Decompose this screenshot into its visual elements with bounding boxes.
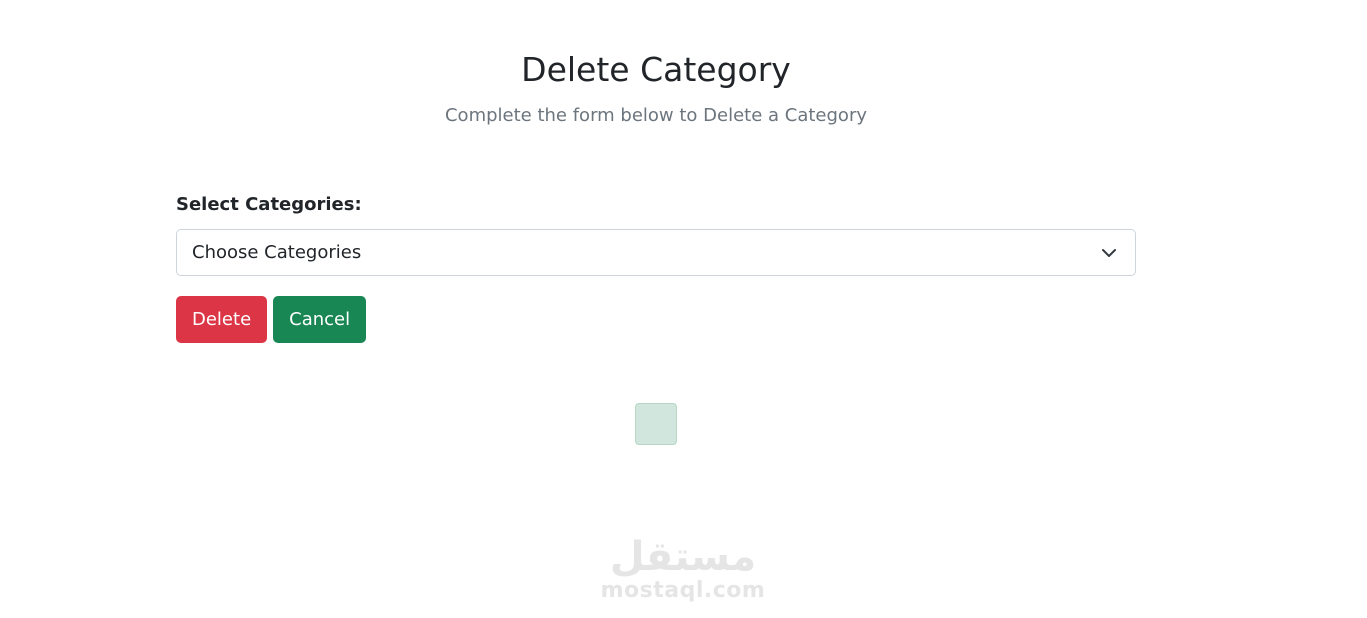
cancel-button[interactable]: Cancel bbox=[273, 296, 367, 343]
watermark-text: mostaql.com bbox=[600, 578, 766, 603]
page-title: Delete Category bbox=[521, 50, 791, 89]
mostaql-logo-icon: مستقل bbox=[610, 534, 756, 580]
select-categories-label: Select Categories: bbox=[176, 194, 362, 215]
category-select-value: Choose Categories bbox=[192, 241, 362, 263]
delete-button[interactable]: Delete bbox=[176, 296, 268, 343]
form-actions: Delete Cancel bbox=[176, 296, 1136, 343]
page: Delete Category Complete the form below … bbox=[0, 0, 1367, 618]
category-select[interactable]: Choose Categories bbox=[176, 229, 1136, 276]
delete-category-form: Select Categories: Choose Categories Del… bbox=[176, 192, 1136, 343]
loading-indicator bbox=[635, 403, 677, 445]
chevron-down-icon bbox=[1102, 248, 1116, 257]
svg-text:مستقل: مستقل bbox=[610, 534, 756, 578]
mostaql-watermark: مستقل mostaql.com bbox=[598, 528, 768, 608]
page-subtitle: Complete the form below to Delete a Cate… bbox=[444, 105, 867, 126]
